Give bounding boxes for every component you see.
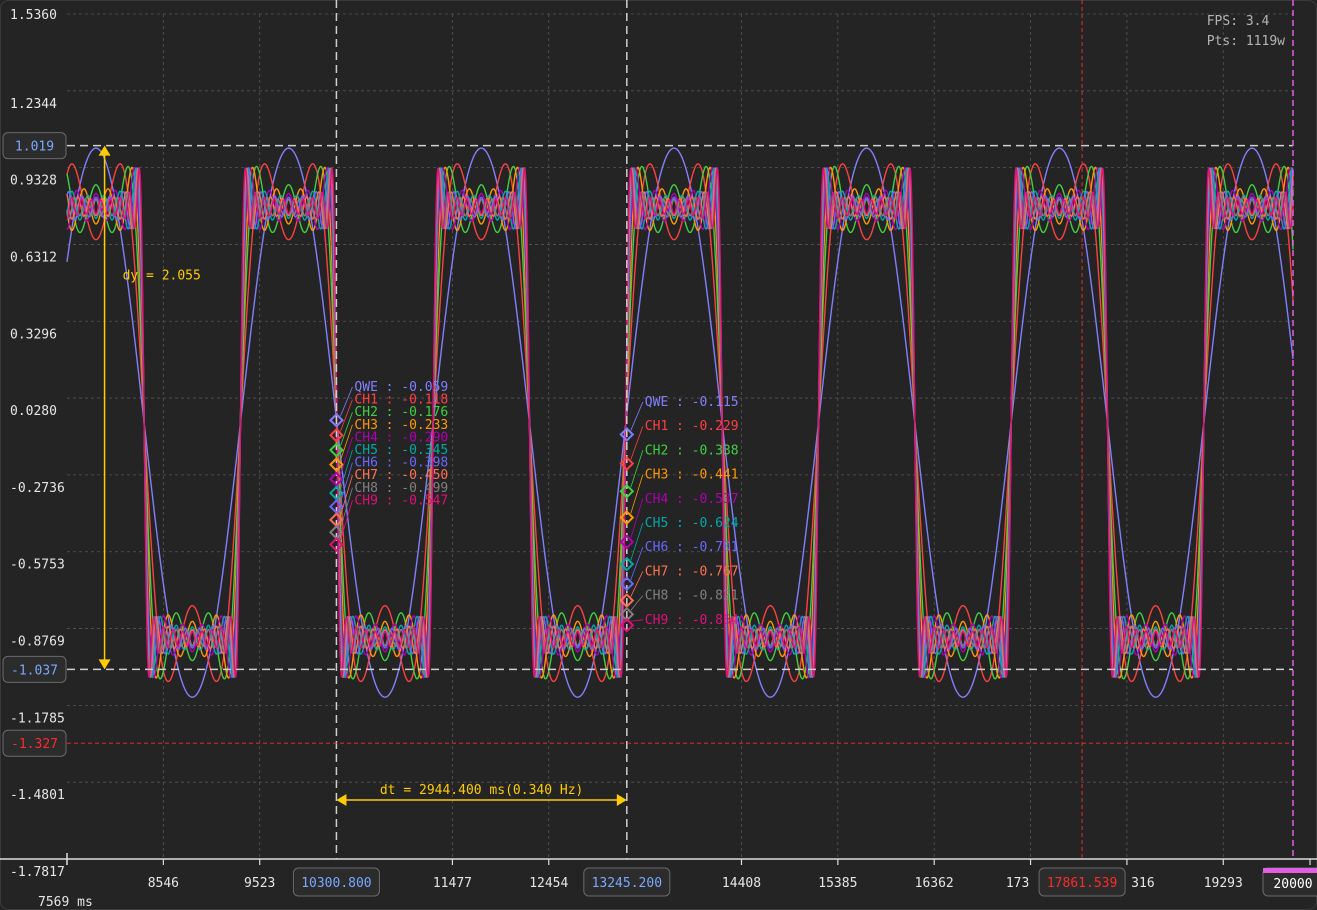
y-tick-label: -0.8769 (10, 635, 65, 650)
y-tick-label: 1.2344 (10, 97, 57, 112)
x-tick-label: 12454 (529, 876, 568, 891)
y-cursor-badge-1-text: 1.019 (15, 140, 54, 155)
y-tick-label: 0.0280 (10, 404, 57, 419)
readout-ch2-name: CH2 (645, 443, 668, 458)
y-tick-label: -1.1785 (10, 711, 65, 726)
marker-badge-bar (1263, 868, 1317, 873)
x-tick-label: 19293 (1204, 876, 1243, 891)
y-tick-label: 0.6312 (10, 250, 57, 265)
x-tick-label: 9523 (244, 876, 275, 891)
oscilloscope-plot[interactable]: dy = 2.055 dt = 2944.400 ms(0.340 Hz) QWE… (0, 0, 1317, 910)
x-cursor-badge-2-text: 13245.200 (592, 876, 662, 891)
readout-ch9-value: : -0.864 (676, 613, 739, 628)
alarm-x-badge-text: 17861.539 (1047, 876, 1117, 891)
y-tick-label: 1.5360 (10, 8, 57, 23)
readout-ch1-value: : -0.229 (676, 419, 739, 434)
readout-ch1-name: CH1 (645, 419, 668, 434)
readout-ch9-name: CH9 (354, 493, 377, 508)
readout-ch7-value: : -0.767 (676, 564, 739, 579)
x-tick-label: 11477 (433, 876, 472, 891)
alarm-y-badge-text: -1.327 (11, 737, 58, 752)
x-tick-label: 8546 (148, 876, 179, 891)
x-tick-label: 15385 (818, 876, 857, 891)
x-cursor-badge-1[interactable]: 10300.800 (292, 867, 380, 897)
y-tick-label: 0.3296 (10, 327, 57, 342)
x-cursor-badge-1-text: 10300.800 (301, 876, 371, 891)
readout-ch9-value: : -0.547 (386, 493, 449, 508)
y-cursor-badge-1[interactable]: 1.019 (2, 132, 67, 160)
readout-ch4-value: : -0.537 (676, 492, 739, 507)
readout-ch5-value: : -0.624 (676, 516, 739, 531)
x-tick-label: 173 (1006, 876, 1029, 891)
readout-ch9-name: CH9 (645, 613, 668, 628)
marker-badge[interactable]: 20000 (1262, 867, 1317, 897)
status-overlay: FPS: 3.4 Pts: 1119w (1207, 12, 1285, 52)
x-tick-label: 14408 (722, 876, 761, 891)
alarm-y-badge[interactable]: -1.327 (2, 729, 67, 757)
readout-ch6-value: : -0.701 (676, 540, 739, 555)
readout-ch8-value: : -0.821 (676, 589, 739, 604)
readout-qwe-name: QWE (645, 395, 668, 410)
readout-ch7-name: CH7 (645, 564, 668, 579)
y-tick-label: -0.5753 (10, 558, 65, 573)
y-tick-label: 0.9328 (10, 174, 57, 189)
readout-ch3-name: CH3 (645, 468, 668, 483)
readout-ch6-name: CH6 (645, 540, 668, 555)
y-tick-label: -1.4801 (10, 788, 65, 803)
y-cursor-badge-2-text: -1.037 (11, 663, 58, 678)
fps-readout: FPS: 3.4 (1206, 14, 1270, 29)
dt-label: dt = 2944.400 ms(0.340 Hz) (380, 783, 584, 798)
x-origin-label: 7569 ms (38, 895, 93, 910)
readout-qwe-value: : -0.115 (676, 395, 739, 410)
y-cursor-badge-2[interactable]: -1.037 (2, 655, 67, 683)
readout-ch4-name: CH4 (645, 492, 669, 507)
readout-ch5-name: CH5 (645, 516, 668, 531)
x-cursor-badge-2[interactable]: 13245.200 (583, 867, 671, 897)
x-tick-label: 16362 (915, 876, 954, 891)
readout-ch3-value: : -0.441 (676, 468, 739, 483)
points-readout: Pts: 1119w (1206, 34, 1285, 49)
alarm-x-badge[interactable]: 17861.539 (1038, 867, 1126, 897)
marker-badge-text: 20000 (1273, 877, 1312, 892)
readout-ch2-value: : -0.338 (676, 443, 739, 458)
readout-ch8-name: CH8 (645, 589, 668, 604)
dy-label: dy = 2.055 (123, 269, 201, 284)
y-tick-label: -1.7817 (10, 865, 65, 880)
y-tick-label: -0.2736 (10, 481, 65, 496)
x-tick-label: 316 (1131, 876, 1154, 891)
